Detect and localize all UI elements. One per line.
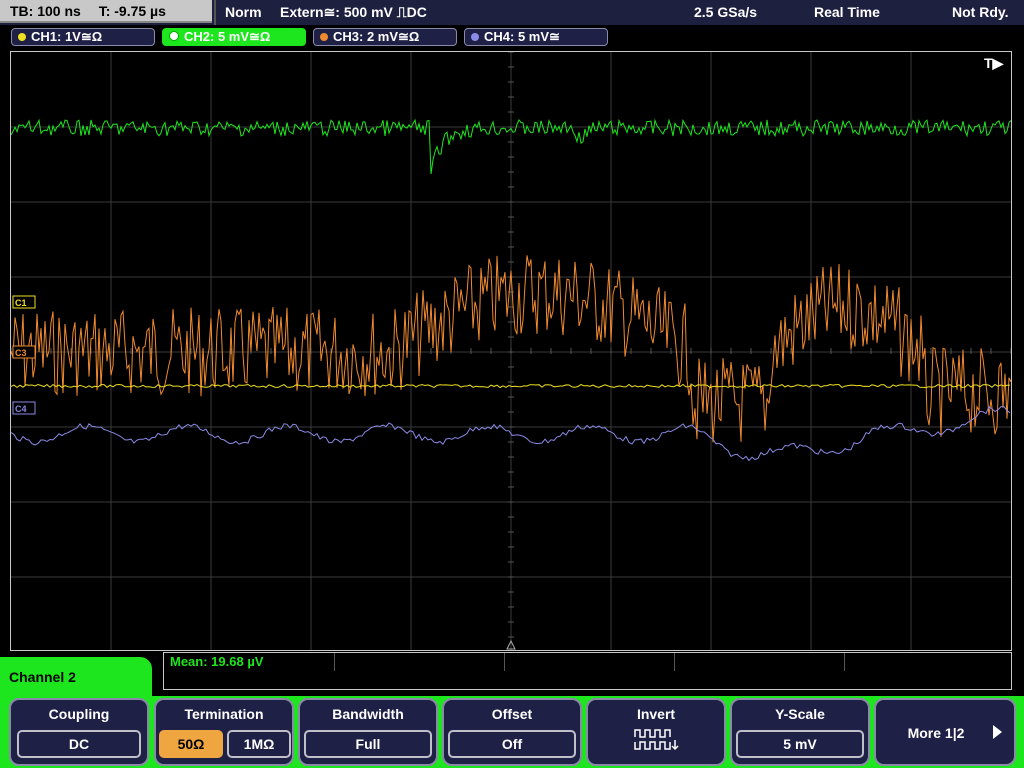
ch4-color-dot [471,33,479,41]
trigger-mode[interactable]: Norm [225,0,262,25]
tab-ch4[interactable]: CH4: 5 mV≅ [464,28,608,46]
offset-label: Offset [491,706,533,722]
mean-measurement: Mean: 19.68 µV [170,654,264,669]
ch3-marker: C3 [15,348,27,358]
tab-ch1[interactable]: CH1: 1V≅Ω [11,28,155,46]
y-scale-value[interactable]: 5 mV [736,730,864,758]
ch2-tab-label: CH2: 5 mV≅Ω [184,29,271,44]
offset-value[interactable]: Off [448,730,576,758]
status-bar: TB: 100 ns T: -9.75 µs Norm Extern≅: 500… [0,0,1024,25]
acquisition-mode[interactable]: Real Time [814,0,880,25]
menu-title: Channel 2 [9,669,76,685]
offset-softkey[interactable]: Offset Off [442,698,582,766]
ch3-tab-label: CH3: 2 mV≅Ω [333,29,420,44]
y-scale-label: Y-Scale [775,706,825,722]
chevron-right-icon [993,725,1002,739]
square-wave-invert-icon [634,729,679,751]
trigger-position-marker: T▶ [984,55,1005,71]
coupling-label: Coupling [48,706,110,722]
more-label: More 1|2 [907,725,965,741]
bandwidth-value[interactable]: Full [304,730,432,758]
more-softkey[interactable]: More 1|2 [874,698,1016,766]
invert-softkey[interactable]: Invert [586,698,726,766]
termination-label: Termination [184,706,264,722]
timebase-box[interactable]: TB: 100 ns T: -9.75 µs [0,0,212,23]
timebase-value: TB: 100 ns [10,3,81,19]
trigger-time-value: T: -9.75 µs [98,3,166,19]
meas-cell-empty-4[interactable] [844,653,1011,671]
waveform-canvas: C1 C3 C4 T▶ [11,52,1011,650]
ch4-marker: C4 [15,404,27,414]
tab-ch3[interactable]: CH3: 2 mV≅Ω [313,28,457,46]
sample-rate[interactable]: 2.5 GSa/s [694,0,757,25]
channel-tabs: CH1: 1V≅Ω CH2: 5 mV≅Ω CH3: 2 mV≅Ω CH4: 5… [0,25,1024,50]
ch1-marker: C1 [15,298,27,308]
invert-label: Invert [636,706,676,722]
meas-cell-empty-2[interactable] [504,653,675,671]
bandwidth-softkey[interactable]: Bandwidth Full [298,698,438,766]
termination-50-ohm-option[interactable]: 50Ω [159,730,223,758]
ch1-color-dot [18,33,26,41]
y-scale-softkey[interactable]: Y-Scale 5 mV [730,698,870,766]
termination-1m-ohm-option[interactable]: 1MΩ [227,730,291,758]
meas-cell-empty-3[interactable] [674,653,845,671]
meas-cell-mean[interactable]: Mean: 19.68 µV [164,653,335,671]
termination-softkey[interactable]: Termination 50Ω 1MΩ [154,698,294,766]
menu-title-tab: Channel 2 [0,657,152,702]
tab-ch2[interactable]: CH2: 5 mV≅Ω [162,28,306,46]
divider [214,0,216,25]
run-status[interactable]: Not Rdy. [952,0,1009,25]
waveform-display[interactable]: C1 C3 C4 T▶ [10,51,1012,651]
trigger-source[interactable]: Extern≅: 500 mV ⎍DC [280,0,427,25]
measurement-strip: Mean: 19.68 µV [163,652,1012,690]
ch4-tab-label: CH4: 5 mV≅ [484,29,560,44]
ch2-color-dot [169,31,179,41]
bandwidth-label: Bandwidth [332,706,404,722]
ch1-tab-label: CH1: 1V≅Ω [31,29,103,44]
coupling-softkey[interactable]: Coupling DC [9,698,149,766]
meas-cell-empty-1[interactable] [334,653,505,671]
ch3-color-dot [320,33,328,41]
coupling-value[interactable]: DC [17,730,141,758]
graticule-grid [11,52,1011,650]
